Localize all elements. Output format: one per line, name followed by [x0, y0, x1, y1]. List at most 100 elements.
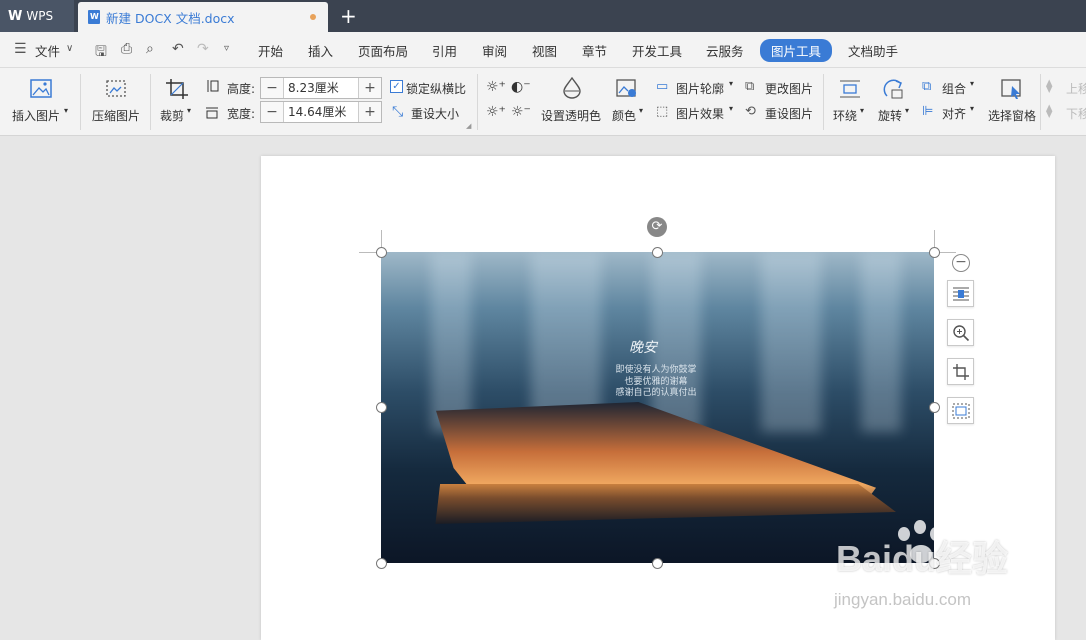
lock-ratio-label[interactable]: 锁定纵横比 — [406, 80, 466, 97]
save-icon[interactable]: 🖫 — [95, 41, 107, 65]
compress-picture-icon[interactable] — [104, 78, 128, 100]
picture-outline-icon[interactable]: ▭ — [656, 79, 668, 94]
height-stepper[interactable]: − 8.23厘米 + — [260, 77, 382, 99]
layout-options-icon[interactable] — [947, 280, 974, 307]
undo-icon[interactable]: ↶ — [172, 41, 184, 57]
menu-chapter[interactable]: 章节 — [582, 41, 607, 60]
rotate-dropdown-icon[interactable]: ▾ — [905, 106, 909, 115]
effect-dropdown-icon[interactable]: ▾ — [729, 104, 733, 113]
reset-size-icon[interactable]: ⤡ — [392, 104, 403, 120]
wrap-text-icon[interactable] — [838, 78, 862, 100]
width-increment-button[interactable]: + — [359, 102, 381, 122]
selected-picture[interactable]: 晚安 即使没有人为你鼓掌 也要优雅的谢幕 感谢自己的认真付出 — [381, 252, 934, 563]
height-decrement-button[interactable]: − — [261, 78, 283, 98]
change-picture-icon[interactable]: ⧉ — [745, 79, 754, 94]
contrast-down-icon[interactable]: ◐⁻ — [511, 79, 531, 95]
insert-picture-dropdown-icon[interactable]: ▾ — [64, 106, 68, 115]
group-button[interactable]: 组合 — [942, 80, 966, 97]
resize-handle-top-left[interactable] — [376, 247, 387, 258]
picture-frame-icon[interactable] — [947, 397, 974, 424]
rotate-button[interactable]: 旋转 — [878, 107, 902, 124]
picture-effect-icon[interactable]: ⬚ — [656, 104, 668, 119]
rotate-icon[interactable] — [882, 78, 906, 100]
reset-picture-button[interactable]: 重设图片 — [765, 105, 813, 122]
tab-bar: W WPS 新建 DOCX 文档.docx + — [0, 0, 1086, 32]
lock-ratio-checkbox[interactable]: ✓ — [390, 80, 403, 93]
insert-picture-icon[interactable] — [29, 78, 53, 100]
zoom-picture-icon[interactable] — [947, 319, 974, 346]
width-input[interactable]: 14.64厘米 — [283, 102, 359, 122]
bring-forward-button[interactable]: 上移 — [1066, 80, 1086, 97]
color-dropdown-icon[interactable]: ▾ — [639, 106, 643, 115]
crop-dropdown-icon[interactable]: ▾ — [187, 106, 191, 115]
resize-handle-left[interactable] — [376, 402, 387, 413]
contrast-up-icon[interactable]: ☼⁺ — [486, 104, 506, 120]
size-dialog-launcher-icon[interactable]: ◢ — [466, 122, 471, 130]
group-icon[interactable]: ⧉ — [922, 79, 931, 94]
chevron-down-icon[interactable]: ∨ — [66, 43, 73, 54]
insert-picture-button[interactable]: 插入图片 — [12, 107, 60, 124]
width-decrement-button[interactable]: − — [261, 102, 283, 122]
wrap-dropdown-icon[interactable]: ▾ — [860, 106, 864, 115]
color-button[interactable]: 颜色 — [612, 107, 636, 124]
unsaved-dot-icon — [310, 14, 316, 20]
picture-outline-button[interactable]: 图片轮廓 — [676, 80, 724, 97]
reset-picture-icon[interactable]: ⟲ — [745, 104, 756, 119]
picture-color-icon[interactable] — [615, 78, 639, 100]
picture-effect-button[interactable]: 图片效果 — [676, 105, 724, 122]
bring-forward-icon[interactable]: ⧫ — [1046, 79, 1052, 94]
compress-picture-button[interactable]: 压缩图片 — [92, 107, 140, 124]
menu-page-layout[interactable]: 页面布局 — [358, 41, 408, 60]
set-transparent-button[interactable]: 设置透明色 — [541, 107, 601, 124]
redo-icon[interactable]: ↷ — [197, 41, 209, 57]
print-icon[interactable]: ⎙ — [121, 41, 132, 57]
resize-handle-top-right[interactable] — [929, 247, 940, 258]
word-doc-icon — [88, 10, 100, 24]
send-backward-icon[interactable]: ⧫ — [1046, 104, 1052, 119]
menu-start[interactable]: 开始 — [258, 41, 283, 60]
height-increment-button[interactable]: + — [359, 78, 381, 98]
menu-insert[interactable]: 插入 — [308, 41, 333, 60]
crop-tool-icon[interactable] — [947, 358, 974, 385]
align-dropdown-icon[interactable]: ▾ — [970, 104, 974, 113]
selection-pane-button[interactable]: 选择窗格 — [988, 107, 1036, 124]
menu-view[interactable]: 视图 — [532, 41, 557, 60]
group-dropdown-icon[interactable]: ▾ — [970, 79, 974, 88]
collapse-toolbar-icon[interactable]: − — [952, 254, 970, 272]
document-tab[interactable]: 新建 DOCX 文档.docx — [78, 2, 328, 32]
height-input[interactable]: 8.23厘米 — [283, 78, 359, 98]
menu-review[interactable]: 审阅 — [482, 41, 507, 60]
resize-handle-right[interactable] — [929, 402, 940, 413]
wps-home-tab[interactable]: W WPS — [0, 0, 74, 32]
menu-developer[interactable]: 开发工具 — [632, 41, 682, 60]
send-backward-button[interactable]: 下移 — [1066, 105, 1086, 122]
crop-icon[interactable] — [165, 78, 189, 100]
menu-file[interactable]: 文件 — [35, 41, 60, 60]
print-preview-icon[interactable]: ⌕ — [146, 41, 154, 57]
plus-icon[interactable]: + — [340, 4, 357, 28]
picture-caption-line-1: 即使没有人为你鼓掌 — [615, 365, 697, 375]
quick-access-more-icon[interactable]: ▿ — [224, 43, 229, 54]
change-picture-button[interactable]: 更改图片 — [765, 80, 813, 97]
menu-references[interactable]: 引用 — [432, 41, 457, 60]
menu-cloud[interactable]: 云服务 — [706, 41, 744, 60]
resize-handle-top[interactable] — [652, 247, 663, 258]
rotate-handle-icon[interactable]: ⟳ — [647, 217, 667, 237]
wrap-button[interactable]: 环绕 — [833, 107, 857, 124]
crop-button[interactable]: 裁剪 — [160, 107, 184, 124]
selection-pane-icon[interactable] — [1000, 78, 1024, 100]
brightness-up-icon[interactable]: ☼⁺ — [486, 79, 506, 95]
width-stepper[interactable]: − 14.64厘米 + — [260, 101, 382, 123]
wps-home-label: WPS — [26, 9, 54, 23]
set-transparent-icon[interactable] — [560, 77, 584, 99]
reset-size-button[interactable]: 重设大小 — [411, 105, 459, 122]
hamburger-icon[interactable]: ☰ — [14, 41, 27, 57]
align-icon[interactable]: ⊫ — [922, 104, 933, 119]
brightness-down-icon[interactable]: ☼⁻ — [511, 104, 531, 120]
resize-handle-bottom-left[interactable] — [376, 558, 387, 569]
menu-doc-assistant[interactable]: 文档助手 — [848, 41, 898, 60]
align-button[interactable]: 对齐 — [942, 105, 966, 122]
resize-handle-bottom[interactable] — [652, 558, 663, 569]
outline-dropdown-icon[interactable]: ▾ — [729, 79, 733, 88]
menu-picture-tools[interactable]: 图片工具 — [760, 39, 833, 62]
